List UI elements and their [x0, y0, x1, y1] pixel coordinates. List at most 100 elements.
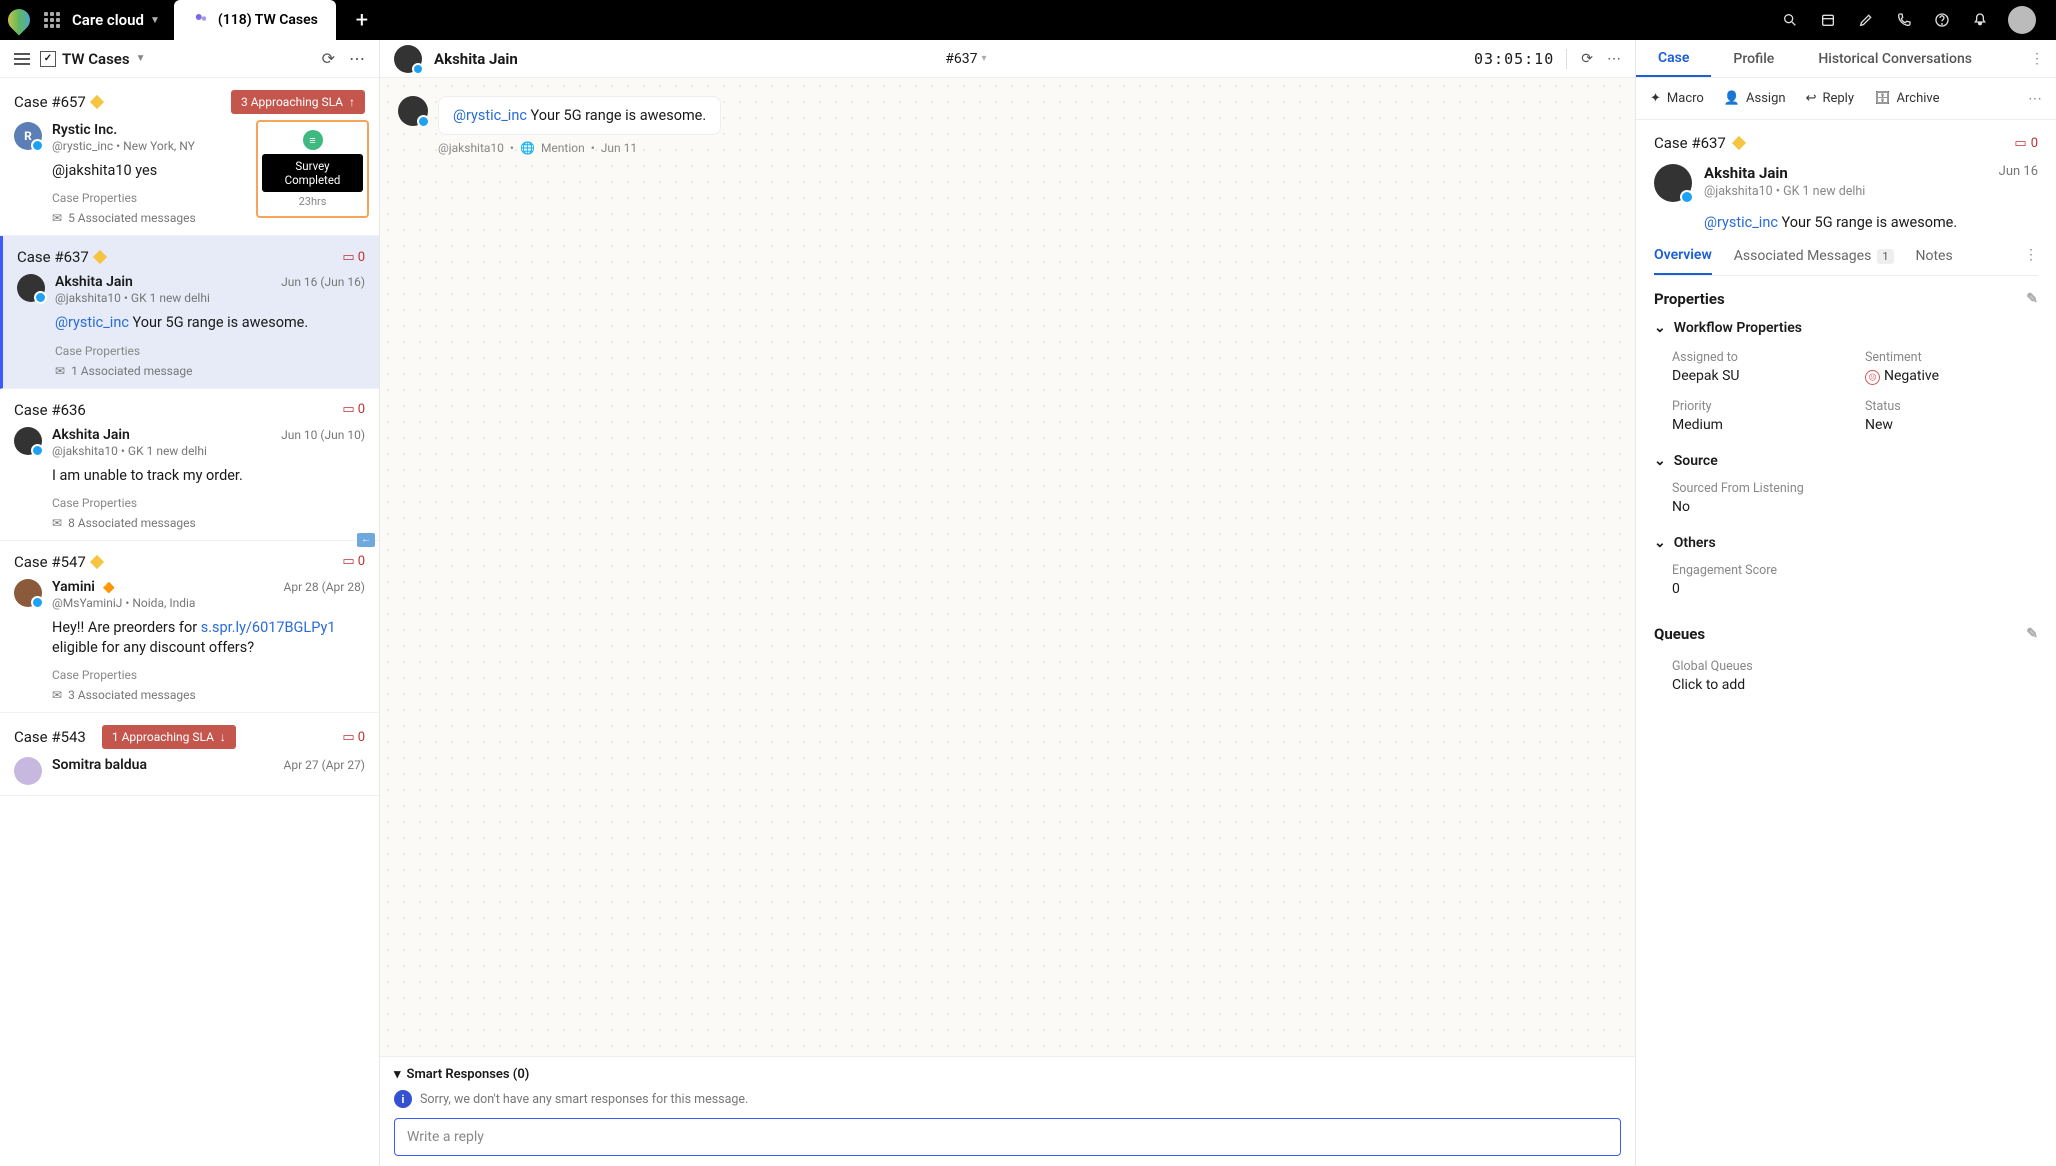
case-item[interactable]: Case #637 ▭0 Akshita JainJun 16 (Jun 16)…	[0, 236, 379, 388]
compose-icon[interactable]	[1856, 10, 1876, 30]
case-user-name: Somitra baldua	[52, 757, 147, 773]
prop-label: Assigned to	[1672, 350, 1845, 365]
app-grid-icon[interactable]	[44, 12, 60, 28]
reply-button[interactable]: ↩Reply	[1806, 91, 1854, 106]
detail-user-row: Akshita Jain @jakshita10 • GK 1 new delh…	[1654, 164, 2038, 202]
more-icon[interactable]: ⋯	[1607, 51, 1621, 67]
main: ✓ TW Cases ▼ ⟳ ⋯ ≡ Survey Completed 23hr…	[0, 40, 2056, 1166]
case-avatar	[14, 757, 42, 785]
globe-icon: 🌐	[520, 141, 535, 155]
refresh-icon[interactable]: ⟳	[1581, 51, 1593, 67]
workspace-switcher[interactable]: Care cloud ▼	[72, 11, 160, 29]
detail-case-id-row: Case #637 ▭0	[1654, 134, 2038, 152]
case-avatar	[14, 579, 42, 607]
detail-case-id: Case #637	[1654, 134, 1726, 152]
sprinklr-logo-icon[interactable]	[3, 4, 34, 35]
tab-profile[interactable]: Profile	[1711, 40, 1796, 77]
case-list-title[interactable]: ✓ TW Cases ▼	[40, 50, 146, 68]
topbar: Care cloud ▼ (118) TW Cases +	[0, 0, 2056, 40]
case-id: Case #657	[14, 93, 86, 111]
case-message: I am unable to track my order.	[52, 466, 365, 486]
workflow-properties-header[interactable]: ⌄Workflow Properties	[1654, 320, 2038, 336]
tab-case[interactable]: Case	[1636, 40, 1711, 77]
cases-icon	[192, 11, 210, 29]
twitter-badge-icon	[34, 291, 47, 304]
prop-value-sentiment: ☹Negative	[1865, 368, 2038, 385]
reply-input[interactable]: Write a reply	[394, 1118, 1621, 1156]
others-header[interactable]: ⌄Others	[1654, 535, 2038, 551]
tab-historical[interactable]: Historical Conversations	[1796, 40, 1994, 77]
case-id: Case #547	[14, 553, 86, 571]
subtab-notes[interactable]: Notes	[1916, 247, 1953, 275]
twitter-badge-icon	[31, 596, 44, 609]
case-avatar	[14, 427, 42, 455]
calendar-icon[interactable]	[1818, 10, 1838, 30]
more-icon[interactable]: ⋯	[349, 49, 365, 68]
smart-responses-toggle[interactable]: ▾Smart Responses (0)	[394, 1067, 1621, 1082]
edit-icon[interactable]: ✎	[2026, 626, 2038, 642]
bell-icon[interactable]	[1970, 10, 1990, 30]
sad-face-icon: ☹	[1865, 370, 1880, 385]
case-properties-link[interactable]: Case Properties	[52, 496, 365, 510]
case-item[interactable]: Case #636 ▭0 Akshita JainJun 10 (Jun 10)…	[0, 389, 379, 541]
conversation-case-dropdown[interactable]: #637▾	[945, 51, 986, 67]
add-tab-button[interactable]: +	[340, 0, 384, 40]
phone-icon[interactable]	[1894, 10, 1914, 30]
detail-tabs-more-icon[interactable]: ⋮	[2018, 51, 2056, 67]
diamond-icon	[93, 250, 107, 264]
case-associated[interactable]: ✉3 Associated messages	[52, 688, 365, 702]
envelope-icon: ✉	[52, 516, 62, 530]
comment-icon: ▭	[2014, 136, 2026, 151]
detail-body: Case #637 ▭0 Akshita Jain @jakshita10 • …	[1636, 120, 2056, 1166]
user-avatar-button[interactable]	[2008, 6, 2036, 34]
detail-subtabs: Overview Associated Messages1 Notes ⋮	[1654, 247, 2038, 276]
divider	[1566, 49, 1567, 69]
prop-value: No	[1672, 499, 2038, 515]
chevron-down-icon: ⌄	[1654, 320, 1666, 336]
detail-actions-more-icon[interactable]: ⋯	[2028, 91, 2042, 107]
comment-icon: ▭	[342, 250, 354, 265]
subtab-associated[interactable]: Associated Messages1	[1734, 247, 1894, 275]
detail-user-handle: @jakshita10 • GK 1 new delhi	[1704, 184, 1865, 199]
source-header[interactable]: ⌄Source	[1654, 453, 2038, 469]
case-id: Case #636	[14, 401, 86, 419]
survey-badge-icon: ≡	[303, 130, 323, 150]
queues-add-link[interactable]: Click to add	[1672, 677, 2038, 693]
twitter-badge-icon	[417, 115, 430, 128]
queues-properties: Global Queues Click to add	[1654, 655, 2038, 705]
case-comment-count: ▭0	[342, 402, 365, 417]
prop-label: Engagement Score	[1672, 563, 2038, 578]
case-associated[interactable]: ✉8 Associated messages	[52, 516, 365, 530]
case-dates: Jun 10 (Jun 10)	[281, 428, 365, 442]
user-badge-icon: 🔶	[103, 583, 115, 594]
subtab-more-icon[interactable]: ⋮	[2024, 247, 2038, 275]
detail-tabs: Case Profile Historical Conversations ⋮	[1636, 40, 2056, 78]
case-properties-link[interactable]: Case Properties	[52, 668, 365, 682]
cases-scroll[interactable]: Case #657 3 Approaching SLA↑ R Rystic In…	[0, 78, 379, 1166]
case-id: Case #637	[17, 248, 89, 266]
conversation-body: @rystic_inc Your 5G range is awesome. @j…	[380, 78, 1635, 1056]
refresh-icon[interactable]: ⟳	[322, 49, 335, 68]
caret-down-icon: ▾	[394, 1067, 401, 1082]
workflow-properties: Assigned toDeepak SU Sentiment☹Negative …	[1654, 344, 2038, 445]
conversation-header: Akshita Jain #637▾ 03:05:10 ⟳ ⋯	[380, 40, 1635, 78]
case-item[interactable]: Case #543 1 Approaching SLA↓ ▭0 Somitra …	[0, 713, 379, 796]
case-properties-link[interactable]: Case Properties	[55, 344, 365, 358]
case-handle: @jakshita10 • GK 1 new delhi	[55, 291, 365, 305]
help-icon[interactable]	[1932, 10, 1952, 30]
edit-icon[interactable]: ✎	[2026, 291, 2038, 307]
case-dates: Jun 16 (Jun 16)	[281, 275, 365, 289]
hamburger-icon[interactable]	[14, 53, 30, 65]
detail-comment-count: ▭0	[2014, 136, 2038, 151]
case-item[interactable]: ← Case #547 ▭0 Yamini🔶Apr 28 (Apr 28) @M…	[0, 541, 379, 714]
chevron-down-icon: ▼	[136, 53, 146, 64]
others-properties: Engagement Score 0	[1654, 559, 2038, 615]
tab-tw-cases[interactable]: (118) TW Cases	[174, 0, 336, 40]
archive-button[interactable]: 🗄Archive	[1874, 91, 1940, 106]
subtab-overview[interactable]: Overview	[1654, 247, 1712, 275]
assign-button[interactable]: 👤Assign	[1724, 91, 1786, 106]
case-associated[interactable]: ✉1 Associated message	[55, 364, 365, 378]
case-comment-count: ▭0	[342, 730, 365, 745]
macro-button[interactable]: ✦Macro	[1650, 91, 1704, 106]
search-icon[interactable]	[1780, 10, 1800, 30]
